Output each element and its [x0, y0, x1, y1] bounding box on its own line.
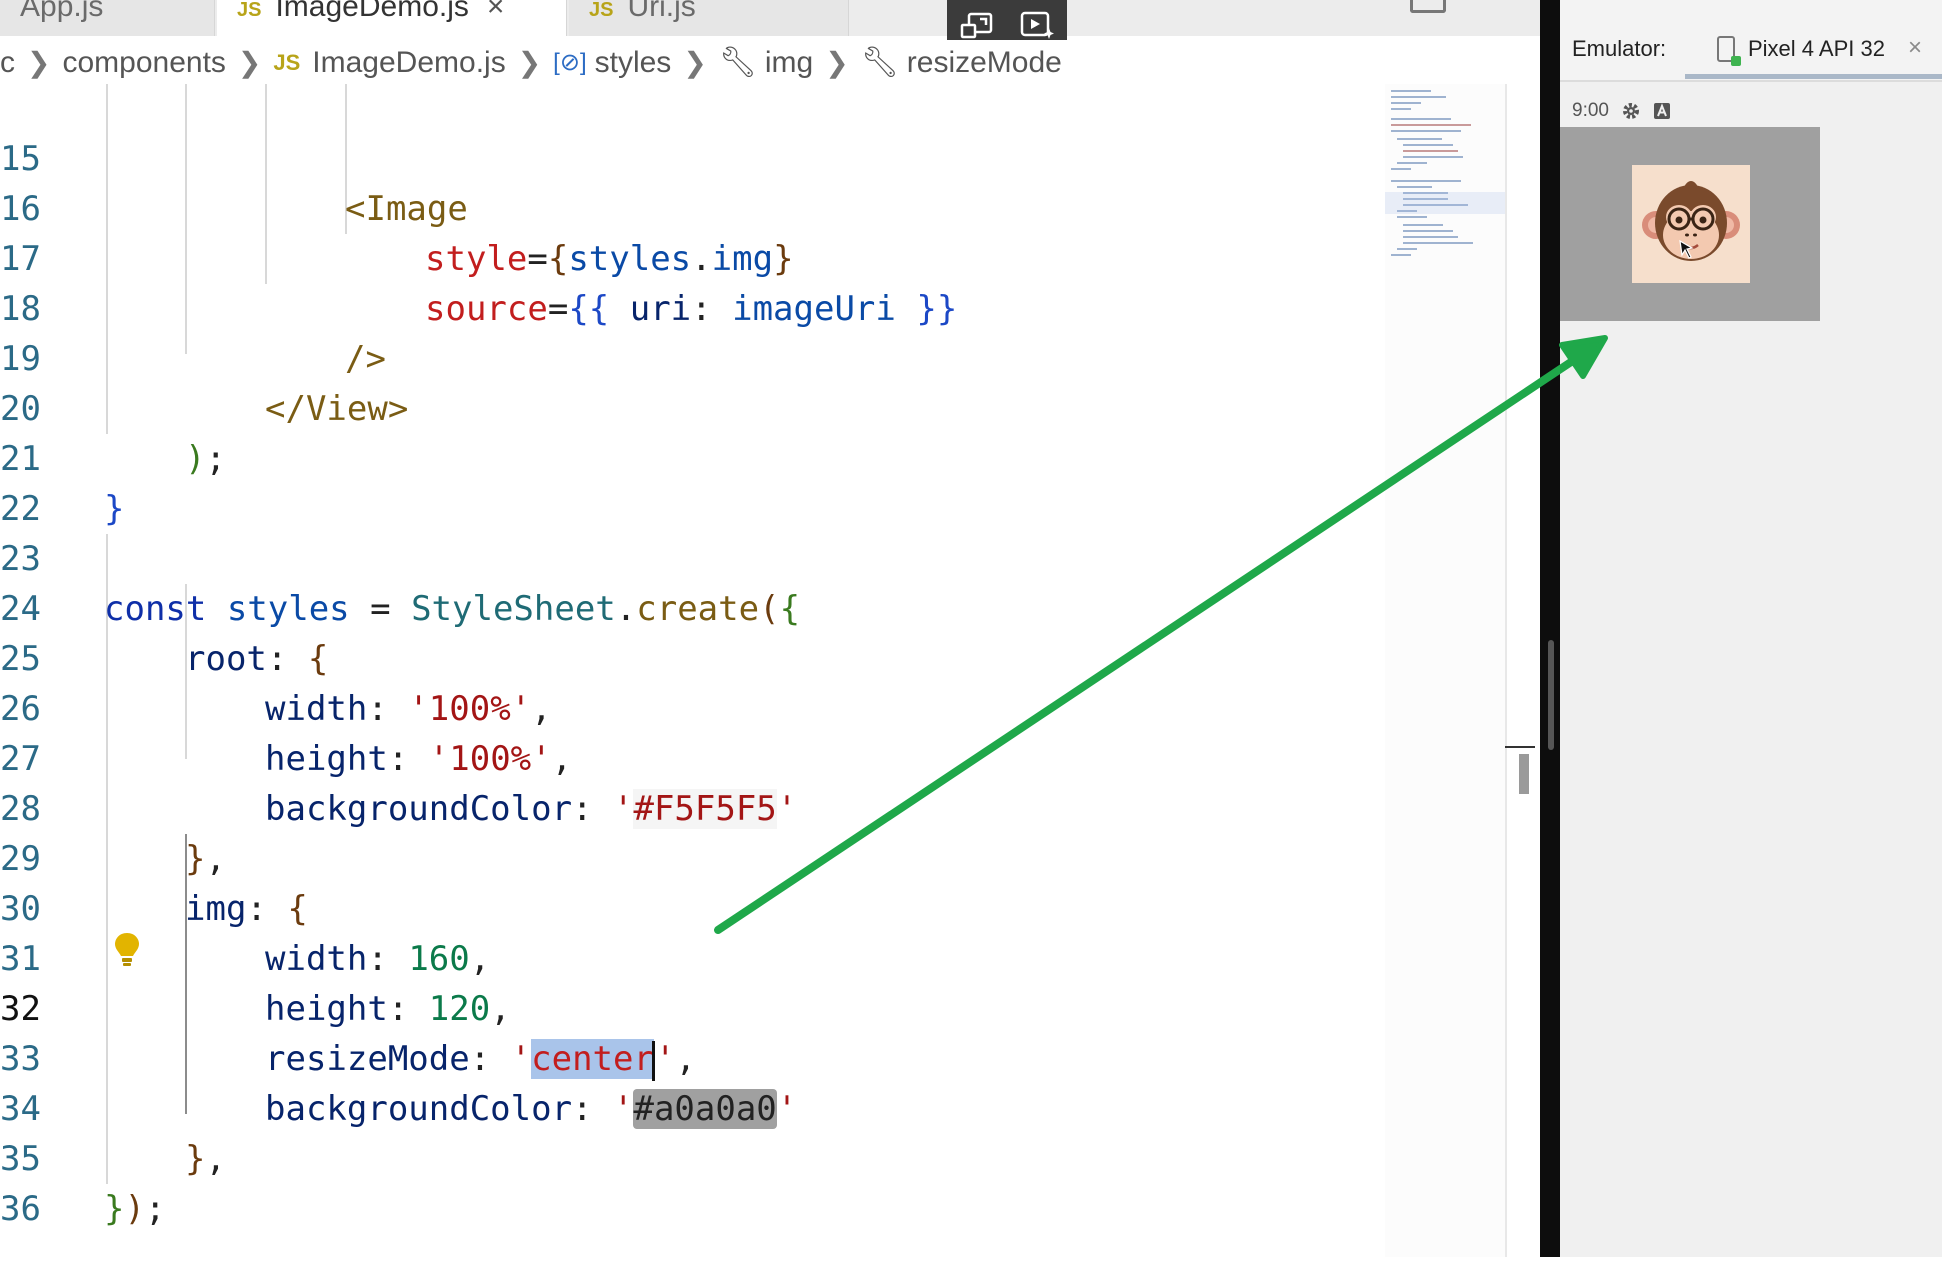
code-line: 28 }, — [0, 734, 1385, 879]
javascript-file-icon: JS — [237, 0, 262, 21]
breadcrumb-item[interactable]: img — [765, 46, 813, 79]
video-sparkle-icon[interactable] — [1017, 9, 1057, 43]
breadcrumb-item[interactable]: c — [0, 46, 15, 79]
code-line: 31 height: 120, — [0, 884, 1385, 1029]
variable-symbol-icon: [⊘] — [553, 49, 587, 77]
lightbulb-icon[interactable] — [112, 930, 142, 970]
line-number: 36 — [0, 1189, 41, 1229]
code-line: 17 source={{ uri: imageUri }} — [0, 184, 1385, 329]
emulator-header: Emulator: Pixel 4 API 32 × — [1560, 0, 1942, 82]
code-line: 26 height: '100%', — [0, 634, 1385, 779]
breadcrumb-item[interactable]: components — [62, 46, 225, 79]
settings-gear-icon — [1622, 103, 1639, 119]
active-tab-indicator — [1685, 74, 1942, 79]
breadcrumb: c ❯ components ❯ JS ImageDemo.js ❯ [⊘] styles ❯ 🔧︎… — [0, 40, 1540, 84]
device-tab[interactable]: Pixel 4 API 32 — [1748, 36, 1885, 62]
exit-fullscreen-icon[interactable] — [957, 9, 997, 43]
tab-label: App.js — [20, 0, 104, 23]
device-screen[interactable] — [1560, 127, 1820, 321]
code-token: ; — [144, 1189, 166, 1229]
code-line: 20 ); — [0, 334, 1385, 479]
device-status-bar: 9:00 — [1572, 96, 1671, 126]
code-line: 27 backgroundColor: '#F5F5F5' — [0, 684, 1385, 829]
code-editor[interactable]: 15 <Image 16 style={styles.img} 17 sourc… — [0, 84, 1385, 1257]
chevron-right-icon: ❯ — [27, 47, 51, 79]
drag-handle[interactable] — [1548, 640, 1554, 750]
code-line: 22 — [0, 434, 1385, 529]
tab-label: Uri.js — [627, 0, 696, 23]
chevron-right-icon: ❯ — [825, 47, 849, 79]
code-line: 34 }, — [0, 1034, 1385, 1179]
pane-divider[interactable] — [1540, 0, 1560, 1257]
vertical-ruler — [1505, 84, 1507, 1257]
editor-tab-bar: App.js JS ImageDemo.js × JS Uri.js — [0, 0, 1540, 36]
status-time: 9:00 — [1572, 100, 1609, 121]
monkey-image — [1632, 165, 1750, 283]
code-line: 19 </View> — [0, 284, 1385, 429]
device-icon — [1717, 36, 1741, 66]
code-line: 24 root: { — [0, 534, 1385, 679]
chevron-right-icon: ❯ — [683, 47, 707, 79]
code-line: 15 <Image — [0, 84, 1385, 229]
wrench-property-icon: 🔧︎ — [718, 46, 757, 80]
chevron-right-icon: ❯ — [517, 47, 542, 79]
code-line: 18 /> — [0, 234, 1385, 379]
tab-app-js[interactable]: App.js — [0, 0, 215, 36]
code-line: 29 img: { — [0, 784, 1385, 929]
code-line: 25 width: '100%', — [0, 584, 1385, 729]
split-layout-icon[interactable] — [1410, 0, 1446, 13]
scrollbar-marker[interactable] — [1505, 740, 1535, 800]
code-line: 23 const styles = StyleSheet.create({ — [0, 484, 1385, 629]
tab-uri-js[interactable]: JS Uri.js — [569, 0, 849, 36]
code-line: 16 style={styles.img} — [0, 134, 1385, 279]
breadcrumb-item[interactable]: ImageDemo.js — [312, 46, 505, 79]
tab-label: ImageDemo.js — [275, 0, 469, 23]
emulator-label: Emulator: — [1572, 36, 1667, 61]
wrench-property-icon: 🔧︎ — [860, 46, 899, 80]
close-device-icon[interactable]: × — [1908, 34, 1922, 62]
emulator-panel: Emulator: Pixel 4 API 32 × 9:00 — [1560, 0, 1942, 1257]
code-line: 36 — [0, 1134, 1385, 1229]
code-line: 30 width: 160, — [0, 834, 1385, 979]
code-line: 21 } — [0, 384, 1385, 529]
code-line: 35 }); — [0, 1084, 1385, 1229]
chevron-right-icon: ❯ — [237, 47, 262, 79]
notification-a-icon — [1653, 103, 1670, 119]
tab-imagedemo-js[interactable]: JS ImageDemo.js × — [217, 0, 567, 36]
minimap[interactable] — [1385, 84, 1505, 1257]
code-line: 33 backgroundColor: '#a0a0a0' — [0, 984, 1385, 1129]
javascript-file-icon: JS — [273, 50, 301, 76]
breadcrumb-item[interactable]: resizeMode — [907, 46, 1062, 79]
code-line-current: 32 resizeMode: 'center', — [0, 934, 1385, 1081]
code-token: ) — [124, 1189, 145, 1229]
breadcrumb-item[interactable]: styles — [595, 46, 672, 79]
close-tab-icon[interactable]: × — [487, 0, 505, 23]
javascript-file-icon: JS — [589, 0, 614, 21]
code-token: } — [104, 1189, 125, 1229]
